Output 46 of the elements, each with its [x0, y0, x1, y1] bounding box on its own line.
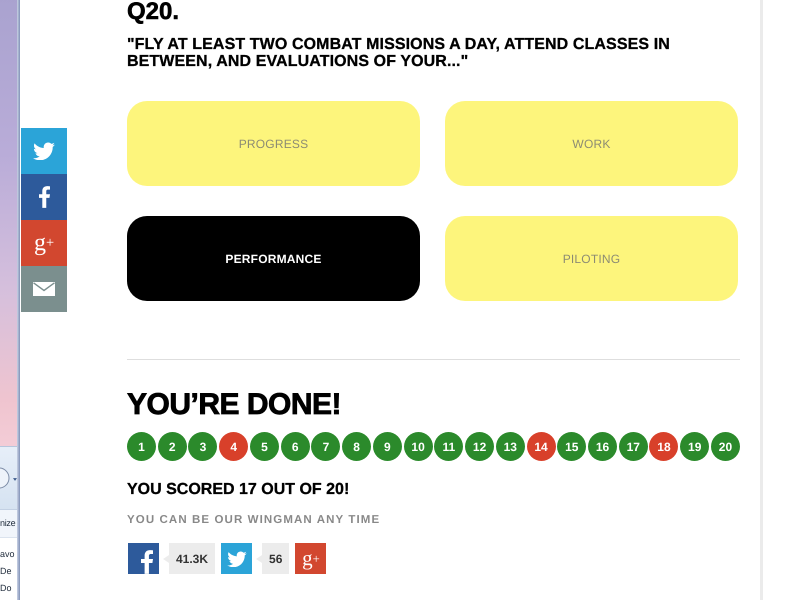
result-marker: 18 [649, 432, 678, 461]
result-message: YOU CAN BE OUR WINGMAN ANY TIME [127, 513, 382, 527]
share-count: 56 [256, 543, 290, 574]
bird-icon [33, 142, 55, 160]
result-marker: 12 [465, 432, 494, 461]
result-marker: 14 [526, 432, 556, 461]
question-number: Q20. [127, 0, 180, 24]
score-text: YOU SCORED 17 OUT OF 20! [127, 481, 350, 498]
nav-item[interactable]: De [0, 563, 17, 580]
menu-label[interactable]: nize [0, 518, 16, 529]
result-marker: 17 [618, 432, 648, 461]
result-marker: 4 [219, 432, 248, 461]
bird-icon [226, 550, 247, 566]
result-marker: 16 [588, 432, 618, 461]
result-marker: 8 [342, 432, 372, 461]
facebook-icon [140, 550, 152, 574]
facebook-icon [38, 186, 50, 208]
result-marker: 15 [557, 432, 586, 461]
result-marker: 20 [710, 432, 740, 461]
share-button[interactable] [221, 543, 252, 574]
results-heading: YOU’RE DONE! [127, 390, 342, 420]
result-marker: 1 [127, 432, 156, 461]
envelope-icon [33, 282, 55, 296]
result-marker: 11 [434, 432, 464, 461]
result-marker: 19 [680, 432, 710, 461]
email-button[interactable] [21, 266, 67, 312]
question-text: "FLY AT LEAST TWO COMBAT MISSIONS A DAY, ATTEND CLASSES IN BETWEEN, AND EVALUATIONS OF YOUR..." [127, 36, 671, 70]
share-button[interactable]: g$^{+}$ [21, 220, 67, 266]
caret-icon[interactable] [13, 478, 17, 480]
share-button[interactable] [21, 128, 67, 174]
back-button-icon[interactable] [0, 467, 10, 489]
result-marker: 2 [158, 432, 187, 461]
result-marker: 5 [250, 432, 279, 461]
nav-item[interactable]: avo [0, 546, 17, 563]
share-count: 41.3K [163, 543, 216, 574]
result-marker: 13 [496, 432, 525, 461]
nav-item[interactable]: Do [0, 580, 17, 597]
result-marker: 3 [188, 432, 218, 461]
share-button[interactable]: g$^{+}$ [295, 543, 326, 574]
result-marker: 10 [404, 432, 433, 461]
share-button[interactable] [21, 174, 67, 220]
share-button[interactable] [128, 543, 159, 574]
result-marker: 7 [311, 432, 340, 461]
result-marker: 9 [372, 432, 402, 461]
result-marker: 6 [280, 432, 310, 461]
answer-button[interactable]: PERFORMANCE [127, 216, 420, 301]
